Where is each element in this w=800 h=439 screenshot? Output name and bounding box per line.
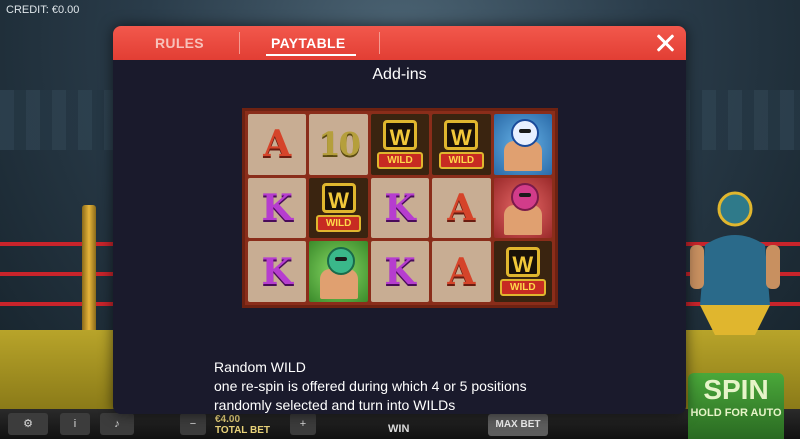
symbol-glyph: K [261, 186, 293, 229]
wild-label: WILD [438, 151, 485, 169]
wild-icon: W [505, 247, 540, 278]
symbol-glyph: A [263, 123, 292, 166]
symbol-a: A [432, 241, 491, 302]
wrestler-symbol [493, 114, 552, 175]
wrestler-icon [500, 117, 546, 172]
modal-header: RULES PAYTABLE [113, 26, 686, 60]
feature-heading: Random WILD [214, 359, 306, 375]
symbol-glyph: K [261, 250, 293, 293]
wrestler-symbol [493, 177, 552, 239]
tab-rules[interactable]: RULES [155, 26, 204, 60]
symbol-10: 10 [309, 114, 368, 175]
section-title: Add-ins [372, 66, 427, 83]
feature-description: Random WILD one re-spin is offered durin… [214, 358, 527, 414]
tab-divider [379, 32, 380, 54]
total-bet: €4.00 TOTAL BET [215, 414, 270, 436]
symbol-glyph: 10 [318, 125, 361, 164]
active-tab-underline [266, 54, 356, 56]
symbol-a: A [432, 177, 491, 239]
symbol-glyph: K [384, 250, 416, 293]
symbol-a: A [248, 114, 307, 175]
wild-label: WILD [500, 279, 546, 297]
wrestler-icon [500, 181, 546, 235]
wild-symbol: W WILD [370, 114, 430, 175]
symbol-glyph: A [447, 186, 476, 229]
settings-button[interactable]: ⚙ [8, 413, 48, 435]
feature-line: randomly selected and turn into WILDs [214, 397, 456, 413]
wild-symbol: W WILD [309, 177, 368, 239]
modal-body: Add-ins A 10 W WILD W WILD K W WILD K A K K A W WILD Ra… [113, 60, 686, 414]
spin-label: SPIN [703, 374, 769, 405]
symbol-k: K [370, 177, 430, 239]
wrestler-icon [316, 245, 362, 299]
spin-button[interactable]: SPIN HOLD FOR AUTO [688, 373, 784, 439]
wild-icon: W [382, 119, 417, 150]
wrestler-symbol [309, 241, 368, 302]
close-icon[interactable] [652, 30, 678, 56]
spin-sublabel: HOLD FOR AUTO [690, 407, 782, 419]
paytable-modal: RULES PAYTABLE Add-ins A 10 W WILD W WILD K W WI… [113, 26, 686, 414]
wild-symbol: W WILD [493, 241, 552, 302]
sound-button[interactable]: ♪ [100, 413, 134, 435]
symbol-glyph: K [384, 186, 416, 229]
symbol-k: K [248, 241, 307, 302]
win-label: WIN [388, 423, 410, 435]
symbol-glyph: A [447, 250, 476, 293]
tab-divider [239, 32, 240, 54]
symbol-k: K [370, 241, 430, 302]
total-bet-value: €4.00 [215, 414, 241, 425]
max-bet-button[interactable]: MAX BET [488, 414, 548, 436]
reel-grid: A 10 W WILD W WILD K W WILD K A K K A W WILD [242, 108, 558, 308]
total-bet-label: TOTAL BET [215, 425, 270, 436]
wild-label: WILD [377, 151, 423, 169]
info-button[interactable]: i [60, 413, 90, 435]
luchador-character [690, 191, 780, 335]
feature-line: one re-spin is offered during which 4 or… [214, 378, 527, 394]
bet-minus-button[interactable]: − [180, 413, 206, 435]
wild-icon: W [444, 119, 479, 150]
wild-icon: W [321, 183, 356, 214]
wild-symbol: W WILD [432, 114, 491, 175]
wild-label: WILD [315, 215, 362, 233]
credit-display: CREDIT: €0.00 [6, 4, 80, 16]
bet-plus-button[interactable]: + [290, 413, 316, 435]
symbol-k: K [248, 177, 307, 239]
